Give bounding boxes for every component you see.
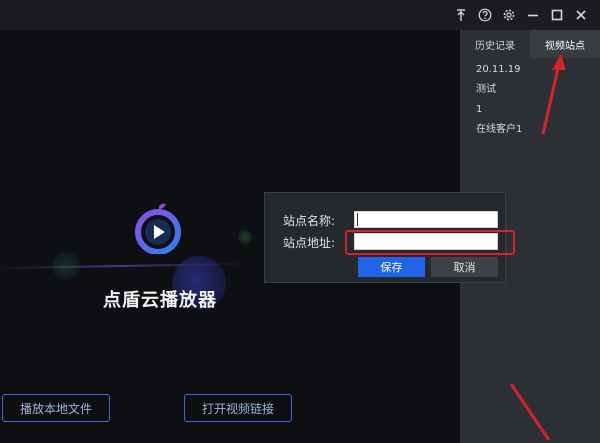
tab-history[interactable]: 历史记录 bbox=[460, 30, 530, 58]
list-item[interactable]: 测试 bbox=[476, 80, 522, 100]
open-video-link-button[interactable]: 打开视频链接 bbox=[184, 394, 292, 422]
site-address-input[interactable] bbox=[354, 233, 498, 250]
site-address-label: 站点地址: bbox=[283, 236, 336, 250]
play-local-file-button[interactable]: 播放本地文件 bbox=[2, 394, 110, 422]
close-icon[interactable] bbox=[572, 6, 590, 24]
tab-video-sites[interactable]: 视频站点 bbox=[530, 30, 600, 58]
text-caret bbox=[357, 213, 358, 226]
gear-icon[interactable] bbox=[500, 6, 518, 24]
side-panel-tabs: 历史记录 视频站点 bbox=[460, 30, 600, 58]
cancel-button[interactable]: 取消 bbox=[431, 257, 498, 277]
site-list: 20.11.19 测试 1 在线客户1 bbox=[476, 60, 522, 140]
title-bar bbox=[0, 0, 600, 30]
list-item[interactable]: 1 bbox=[476, 100, 522, 120]
help-icon[interactable] bbox=[476, 6, 494, 24]
list-item[interactable]: 20.11.19 bbox=[476, 60, 522, 80]
list-item[interactable]: 在线客户1 bbox=[476, 120, 522, 140]
decorative-bubble bbox=[238, 230, 252, 244]
save-button[interactable]: 保存 bbox=[358, 257, 425, 277]
app-logo-icon bbox=[132, 202, 184, 255]
site-name-input[interactable] bbox=[354, 211, 498, 228]
maximize-icon[interactable] bbox=[548, 6, 566, 24]
site-name-label: 站点名称: bbox=[283, 214, 336, 228]
decorative-bubble bbox=[52, 252, 80, 280]
minimize-icon[interactable] bbox=[524, 6, 542, 24]
pin-icon[interactable] bbox=[452, 6, 470, 24]
add-site-dialog: 站点名称: 站点地址: 保存 取消 bbox=[264, 192, 506, 283]
brand-name: 点盾云播放器 bbox=[103, 290, 217, 311]
